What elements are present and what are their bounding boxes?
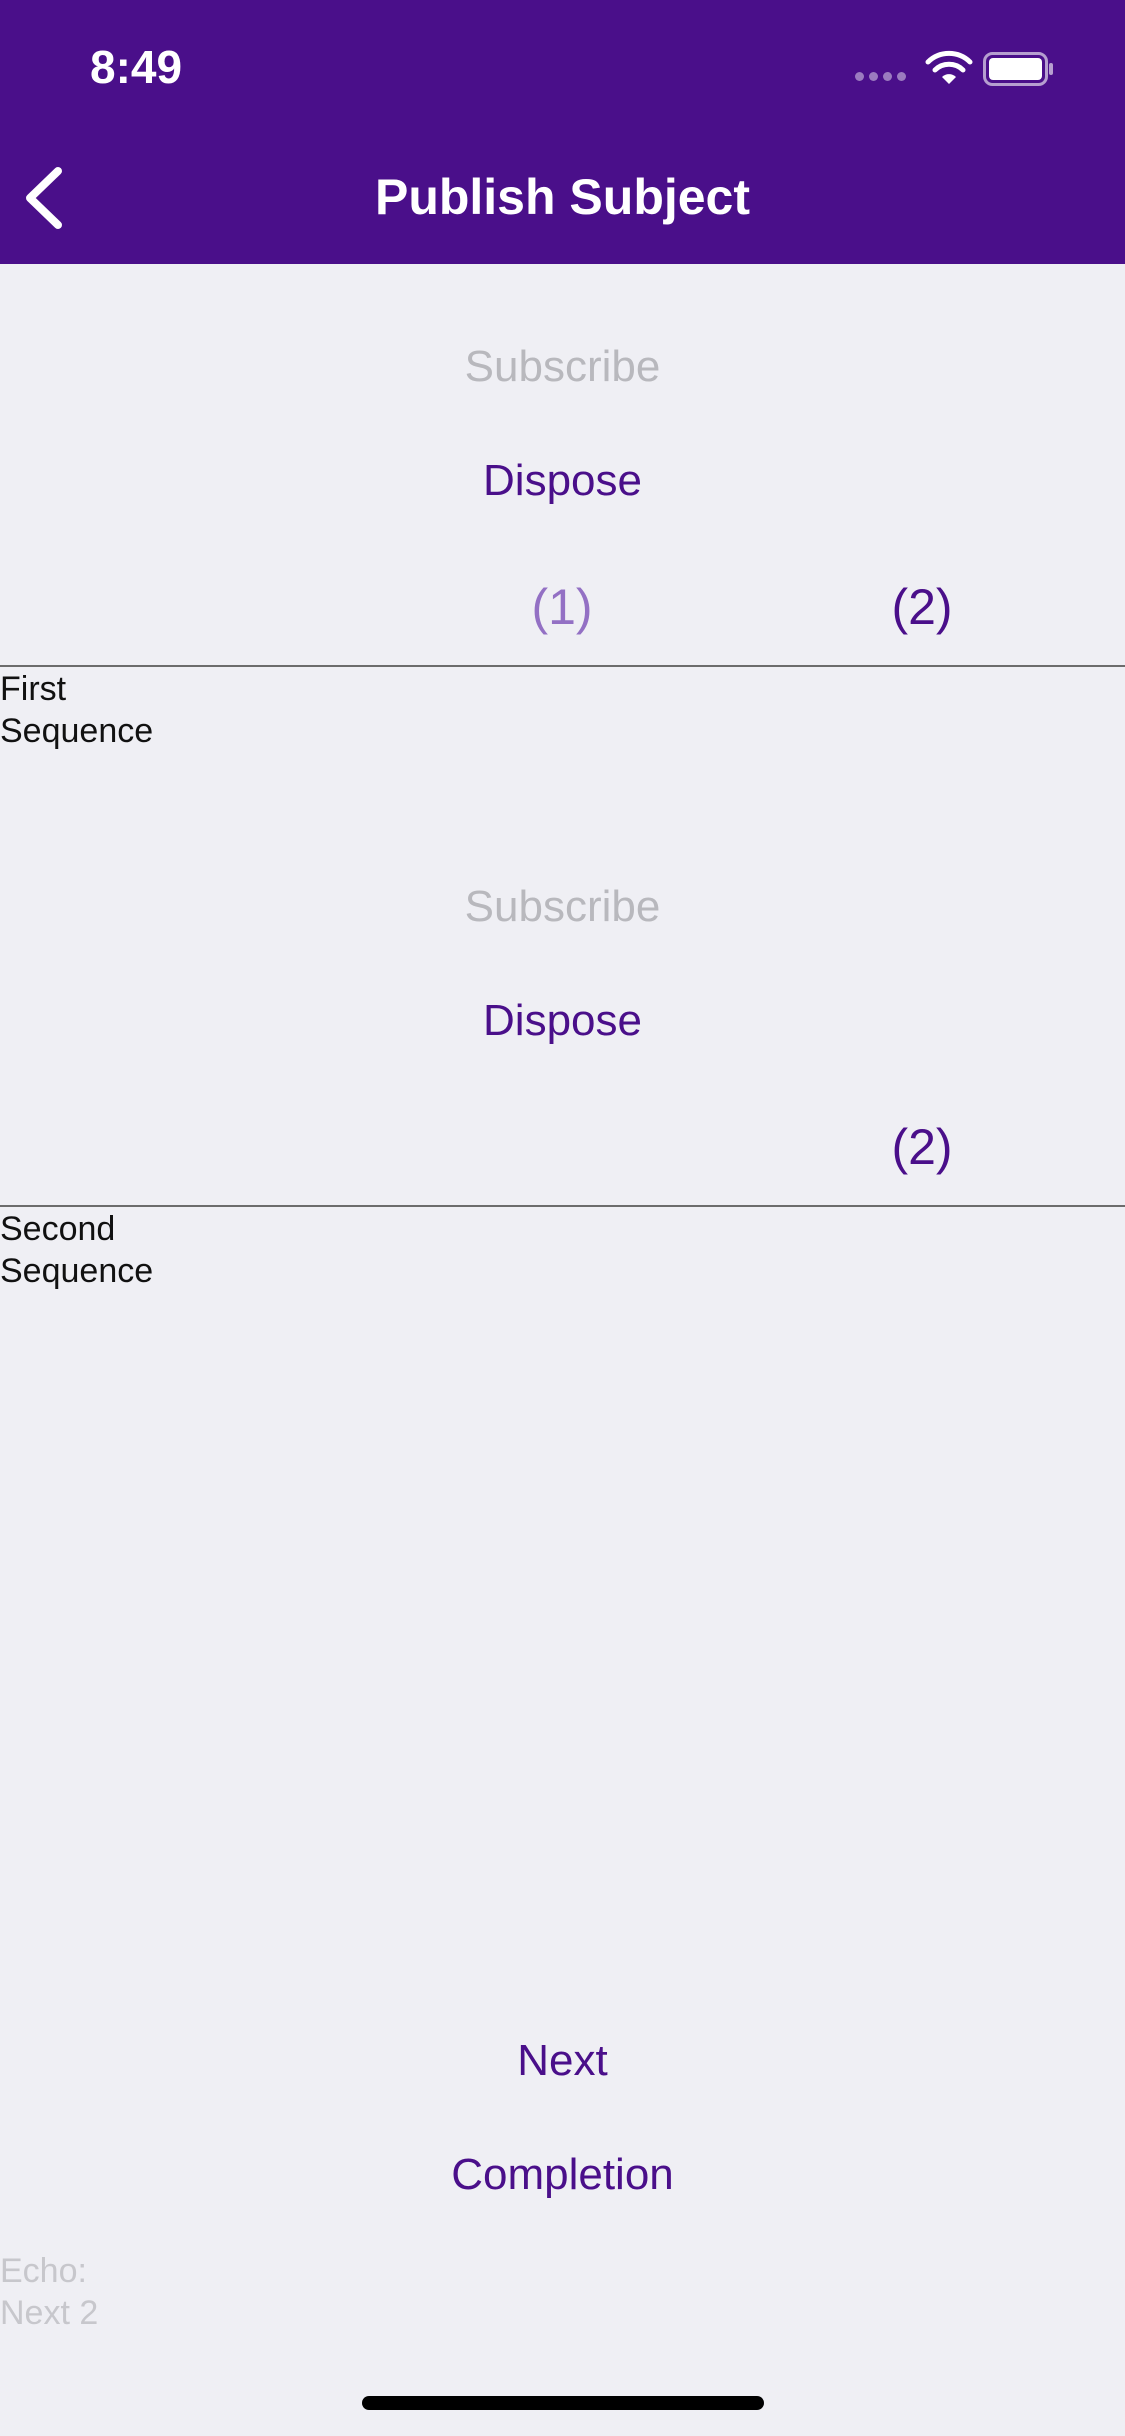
first-sequence-divider bbox=[0, 665, 1125, 667]
first-sequence-label: First Sequence bbox=[0, 668, 200, 752]
navigation-bar: 8:49 Publish Subject bbox=[0, 0, 1125, 264]
cellular-signal-icon bbox=[855, 68, 915, 81]
status-icons bbox=[855, 50, 1085, 90]
first-counter-1: (1) bbox=[531, 579, 593, 635]
first-sequence-label-line1: First bbox=[0, 670, 67, 708]
next-button[interactable]: Next bbox=[0, 2036, 1125, 2086]
echo-output: Echo: Next 2 bbox=[0, 2250, 300, 2334]
echo-label: Echo: bbox=[0, 2252, 87, 2290]
second-subscribe-button[interactable]: Subscribe bbox=[0, 882, 1125, 932]
first-subscribe-button[interactable]: Subscribe bbox=[0, 342, 1125, 392]
second-sequence-label-line1: Second bbox=[0, 1210, 116, 1248]
home-indicator bbox=[362, 2396, 764, 2410]
completion-button[interactable]: Completion bbox=[0, 2150, 1125, 2200]
page-title: Publish Subject bbox=[374, 169, 751, 225]
second-sequence-label-line2: Sequence bbox=[0, 1252, 154, 1290]
first-counter-2: (2) bbox=[891, 579, 953, 635]
second-counter-2: (2) bbox=[891, 1119, 953, 1175]
first-dispose-button[interactable]: Dispose bbox=[0, 456, 1125, 506]
second-sequence-divider bbox=[0, 1205, 1125, 1207]
status-time: 8:49 bbox=[90, 41, 183, 93]
echo-value: Next 2 bbox=[0, 2294, 99, 2332]
wifi-icon bbox=[925, 50, 973, 84]
battery-icon bbox=[983, 52, 1053, 86]
first-sequence-label-line2: Sequence bbox=[0, 712, 154, 750]
second-dispose-button[interactable]: Dispose bbox=[0, 996, 1125, 1046]
second-sequence-label: Second Sequence bbox=[0, 1208, 200, 1292]
